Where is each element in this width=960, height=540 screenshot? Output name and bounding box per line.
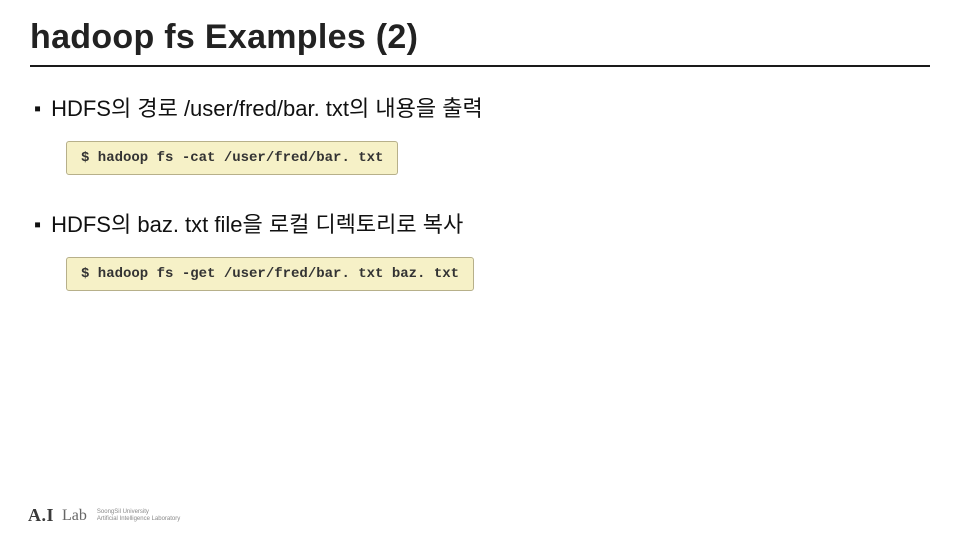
bullet-row-2: ▪ HDFS의 baz. txt file을 로컬 디렉토리로 복사 <box>34 211 930 239</box>
bullet-row-1: ▪ HDFS의 경로 /user/fred/bar. txt의 내용을 출력 <box>34 95 930 123</box>
footer-logo-lab: Lab <box>62 507 87 525</box>
bullet-icon: ▪ <box>34 95 41 123</box>
footer-logo-main: A.I <box>28 505 54 526</box>
code-block-2: $ hadoop fs -get /user/fred/bar. txt baz… <box>66 257 474 291</box>
bullet-text-1: HDFS의 경로 /user/fred/bar. txt의 내용을 출력 <box>51 95 483 123</box>
footer: A.I Lab SoongSil University Artificial I… <box>28 505 180 526</box>
footer-sub-lab: Artificial Intelligence Laboratory <box>97 516 180 523</box>
bullet-prefix: HDFS의 <box>51 212 137 237</box>
bullet-prefix: HDFS의 경로 <box>51 96 184 121</box>
bullet-icon: ▪ <box>34 211 41 239</box>
title-divider <box>30 65 930 67</box>
slide: hadoop fs Examples (2) ▪ HDFS의 경로 /user/… <box>0 0 960 540</box>
footer-sub-univ: SoongSil University <box>97 509 180 516</box>
bullet-path: baz. txt file <box>137 212 242 237</box>
code-block-1: $ hadoop fs -cat /user/fred/bar. txt <box>66 141 398 175</box>
page-title: hadoop fs Examples (2) <box>30 18 930 57</box>
footer-sub: SoongSil University Artificial Intellige… <box>97 509 180 523</box>
bullet-path: /user/fred/bar. txt <box>184 96 349 121</box>
content-body: ▪ HDFS의 경로 /user/fred/bar. txt의 내용을 출력 $… <box>30 95 930 327</box>
bullet-suffix: 을 로컬 디렉토리로 복사 <box>243 212 464 237</box>
bullet-suffix: 의 내용을 출력 <box>349 96 483 121</box>
bullet-text-2: HDFS의 baz. txt file을 로컬 디렉토리로 복사 <box>51 211 463 239</box>
